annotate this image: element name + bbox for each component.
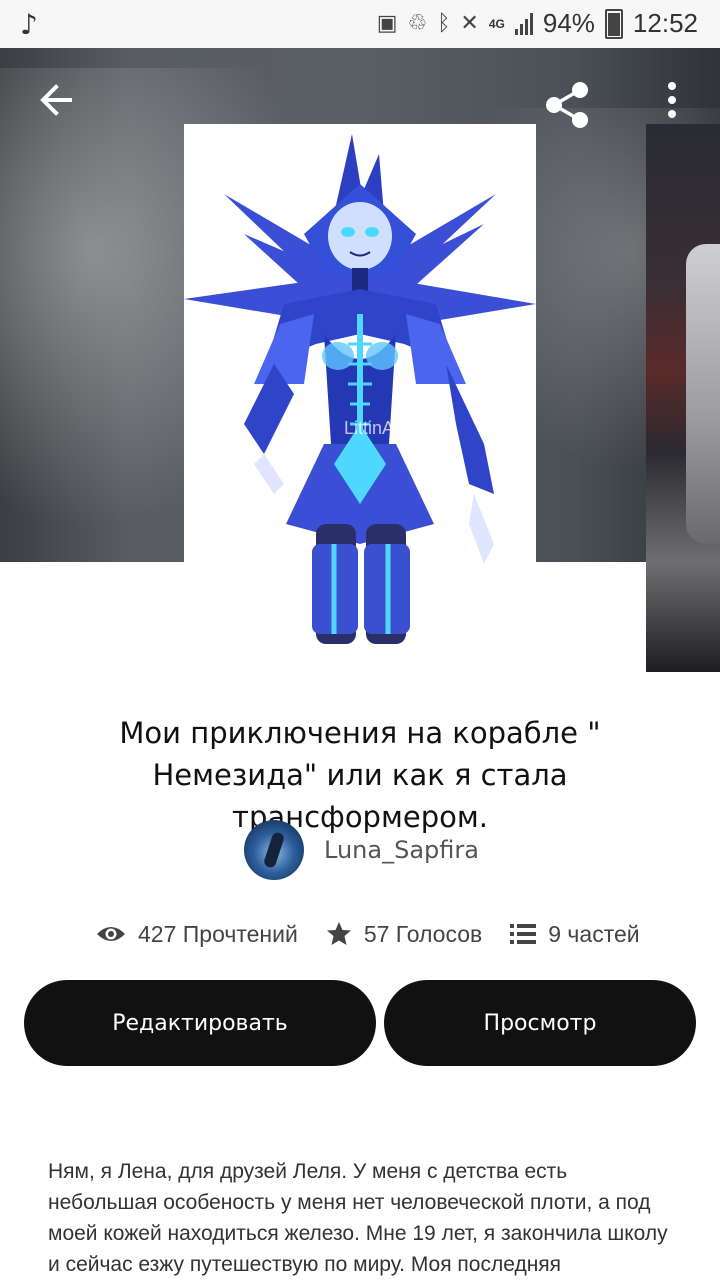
cover-illustration: LittinApoc (184, 134, 536, 644)
network-type: 4G (489, 18, 505, 30)
story-description: Ням, я Лена, для друзей Леля. У меня с д… (48, 1160, 668, 1276)
parts-stat: 9 частей (510, 920, 640, 948)
votes-stat: 57 Голосов (326, 921, 482, 948)
arrow-left-icon[interactable] (36, 80, 76, 120)
clock: 12:52 (632, 8, 698, 38)
mute-icon: ✕ (460, 11, 479, 36)
battery-icon (604, 8, 623, 39)
edit-button[interactable]: Редактировать (24, 980, 376, 1066)
lock-battery-icon: ▣ (376, 11, 398, 36)
network-label: 4G (488, 16, 505, 31)
status-bar: ♪ ▣ ♲ ᛒ ✕ 4G 94% 12:52 (0, 0, 720, 48)
next-story-cover[interactable] (646, 124, 720, 672)
star-icon (326, 921, 352, 947)
story-cover[interactable]: LittinApoc (184, 124, 536, 664)
votes-count: 57 Голосов (363, 920, 483, 947)
author[interactable]: Luna_Sapfira (244, 820, 479, 880)
reads-count: 427 Прочтений (138, 920, 298, 947)
list-icon (510, 923, 537, 945)
cover-watermark: LittinApoc (344, 418, 423, 438)
reads-stat: 427 Прочтений (96, 921, 298, 948)
view-button[interactable]: Просмотр (384, 980, 696, 1066)
story-stats: 427 Прочтений 57 Голосов 9 частей (96, 914, 668, 954)
recycle-icon: ♲ (407, 11, 428, 36)
eye-icon (96, 924, 126, 944)
avatar[interactable] (244, 820, 304, 880)
bluetooth-icon: ᛒ (437, 11, 451, 36)
signal-icon (514, 12, 533, 35)
more-vert-icon[interactable] (662, 80, 682, 120)
status-icons: ▣ ♲ ᛒ ✕ 4G 94% 12:52 (377, 8, 698, 39)
author-name[interactable]: Luna_Sapfira (324, 836, 479, 864)
battery-percent: 94% (542, 8, 595, 38)
parts-count: 9 частей (548, 920, 640, 947)
share-icon[interactable] (542, 80, 592, 130)
music-note-icon: ♪ (20, 8, 38, 41)
